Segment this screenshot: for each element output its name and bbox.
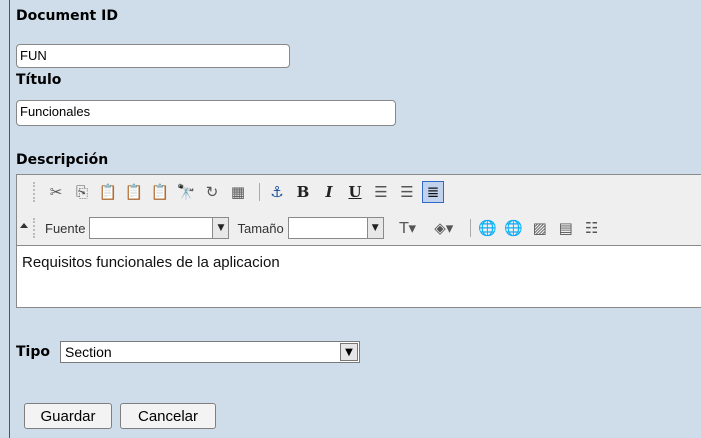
font-select-value	[90, 218, 212, 238]
paste-word-icon[interactable]: 📋	[149, 181, 171, 203]
type-select-value: Section	[65, 344, 112, 360]
underline-icon[interactable]: U	[344, 181, 366, 203]
italic-icon[interactable]: I	[318, 181, 340, 203]
chevron-down-icon[interactable]: ▼	[212, 218, 229, 238]
text-color-icon[interactable]: T▾	[392, 217, 424, 239]
anchor-icon[interactable]: ⚓	[266, 181, 288, 203]
unordered-list-icon[interactable]: ☰	[396, 181, 418, 203]
size-select[interactable]: ▼	[287, 217, 384, 239]
title-input[interactable]: Funcionales	[16, 100, 396, 126]
font-label: Fuente	[45, 220, 86, 236]
replace-icon[interactable]: ↻	[201, 181, 223, 203]
find-icon[interactable]: 🔭	[175, 181, 197, 203]
rich-text-editor: ✂ ⎘ 📋 📋 📋 🔭 ↻ ▦ ⚓ B I U ☰ ☰ ≣ Fuente ▼ T…	[16, 174, 701, 308]
justify-icon[interactable]: ≣	[422, 181, 444, 203]
document-id-input[interactable]: FUN	[16, 44, 290, 68]
ordered-list-icon[interactable]: ☰	[370, 181, 392, 203]
editor-toolbar-row-2: Fuente ▼ Tamaño ▼ T▾ ◈▾ 🌐 🌐 ▨ ▤ ☷	[17, 215, 607, 241]
document-id-label: Document ID	[16, 8, 118, 24]
image-icon[interactable]: ▨	[529, 217, 551, 239]
description-label: Descripción	[16, 152, 109, 168]
editor-content[interactable]: Requisitos funcionales de la aplicacion	[17, 245, 701, 307]
save-button[interactable]: Guardar	[24, 403, 112, 429]
bold-icon[interactable]: B	[292, 181, 314, 203]
copy-icon[interactable]: ⎘	[71, 181, 93, 203]
unlink-icon[interactable]: 🌐	[503, 217, 525, 239]
toolbar-grip[interactable]	[33, 218, 39, 238]
chevron-down-icon[interactable]: ▼	[340, 343, 358, 361]
type-select[interactable]: Section ▼	[60, 341, 360, 363]
toolbar-separator	[469, 219, 471, 237]
toolbar-separator	[259, 183, 260, 201]
paste-text-icon[interactable]: 📋	[123, 181, 145, 203]
bg-color-icon[interactable]: ◈▾	[428, 217, 460, 239]
cut-icon[interactable]: ✂	[45, 181, 67, 203]
link-icon[interactable]: 🌐	[477, 217, 499, 239]
editor-toolbar-row-1: ✂ ⎘ 📋 📋 📋 🔭 ↻ ▦ ⚓ B I U ☰ ☰ ≣	[17, 179, 448, 205]
collapse-toolbar-icon[interactable]	[20, 223, 28, 228]
title-label: Título	[16, 72, 62, 88]
size-label: Tamaño	[237, 220, 284, 236]
select-all-icon[interactable]: ▦	[227, 181, 249, 203]
size-select-value	[289, 218, 367, 238]
paste-icon[interactable]: 📋	[97, 181, 119, 203]
chevron-down-icon[interactable]: ▼	[366, 218, 383, 238]
type-label: Tipo	[16, 344, 50, 360]
table-icon[interactable]: ▤	[555, 217, 577, 239]
toolbar-grip[interactable]	[33, 182, 39, 202]
horizontal-rule-icon[interactable]: ☷	[581, 217, 603, 239]
font-select[interactable]: ▼	[89, 217, 230, 239]
cancel-button[interactable]: Cancelar	[120, 403, 216, 429]
